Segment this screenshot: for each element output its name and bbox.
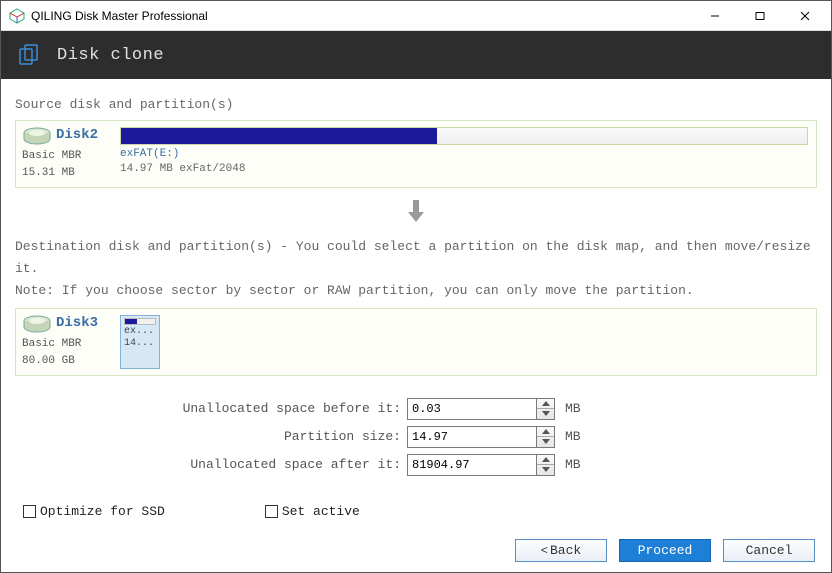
proceed-button[interactable]: Proceed	[619, 539, 711, 562]
footer-buttons: <Back Proceed Cancel	[1, 528, 831, 572]
page-header: Disk clone	[1, 31, 831, 79]
destination-mini-label1: ex...	[124, 326, 156, 337]
back-button-label: Back	[550, 543, 581, 558]
destination-label-line2: Note: If you choose sector by sector or …	[15, 280, 817, 302]
input-space-before[interactable]	[407, 398, 537, 420]
input-space-after[interactable]	[407, 454, 537, 476]
window-title: QILING Disk Master Professional	[31, 9, 692, 23]
content-area: Source disk and partition(s) Disk2 Basic…	[1, 79, 831, 528]
window-frame: QILING Disk Master Professional Disk clo…	[0, 0, 832, 573]
label-space-before: Unallocated space before it:	[15, 401, 407, 416]
destination-mini-bar	[124, 318, 156, 325]
window-controls	[692, 2, 827, 30]
input-partition-size[interactable]	[407, 426, 537, 448]
spinner-down-icon[interactable]	[537, 436, 554, 447]
field-partition-size: Partition size: MB	[15, 426, 817, 448]
checkbox-set-active[interactable]: Set active	[265, 504, 360, 519]
destination-mini-label2: 14...	[124, 338, 156, 349]
destination-disk-type: Basic MBR	[22, 337, 81, 352]
unit-space-after: MB	[565, 457, 581, 472]
destination-disk-size: 80.00 GB	[22, 354, 75, 369]
field-space-after: Unallocated space after it: MB	[15, 454, 817, 476]
destination-partition-map[interactable]: ex... 14...	[120, 315, 160, 369]
source-partition-map[interactable]: exFAT(E:) 14.97 MB exFat/2048	[120, 127, 808, 181]
unit-partition-size: MB	[565, 429, 581, 444]
options-row: Optimize for SSD Set active	[15, 504, 817, 519]
checkbox-label-ssd: Optimize for SSD	[40, 504, 165, 519]
spinner-down-icon[interactable]	[537, 464, 554, 475]
source-partition-bar[interactable]	[120, 127, 808, 145]
spinner-up-icon[interactable]	[537, 427, 554, 437]
source-disk-info: Disk2 Basic MBR 15.31 MB	[22, 127, 110, 181]
app-icon	[9, 8, 25, 24]
minimize-button[interactable]	[692, 2, 737, 30]
field-space-before: Unallocated space before it: MB	[15, 398, 817, 420]
source-partition-label: exFAT(E:)	[120, 147, 808, 162]
source-partition-labels: exFAT(E:) 14.97 MB exFat/2048	[120, 147, 808, 177]
clone-icon	[17, 43, 41, 67]
page-title: Disk clone	[57, 46, 164, 65]
cancel-button-label: Cancel	[746, 543, 793, 558]
label-space-after: Unallocated space after it:	[15, 457, 407, 472]
checkbox-label-active: Set active	[282, 504, 360, 519]
unit-space-before: MB	[565, 401, 581, 416]
proceed-button-label: Proceed	[638, 543, 693, 558]
spinner-space-after[interactable]	[537, 454, 555, 476]
size-fields: Unallocated space before it: MB Partitio…	[15, 398, 817, 476]
checkbox-box	[265, 505, 278, 518]
destination-disk-name: Disk3	[56, 315, 98, 331]
destination-partition-cell[interactable]: ex... 14...	[120, 315, 160, 369]
source-disk-name: Disk2	[56, 127, 98, 143]
hdd-icon	[22, 127, 52, 147]
spinner-space-before[interactable]	[537, 398, 555, 420]
source-disk-box[interactable]: Disk2 Basic MBR 15.31 MB exFAT(E:) 14.97…	[15, 120, 817, 188]
destination-label-line1: Destination disk and partition(s) - You …	[15, 236, 817, 280]
source-partition-desc: 14.97 MB exFat/2048	[120, 162, 808, 177]
checkbox-optimize-ssd[interactable]: Optimize for SSD	[23, 504, 165, 519]
destination-disk-box[interactable]: Disk3 Basic MBR 80.00 GB ex... 14...	[15, 308, 817, 376]
spinner-down-icon[interactable]	[537, 408, 554, 419]
chevron-left-icon: <	[541, 544, 548, 558]
source-disk-size: 15.31 MB	[22, 166, 75, 181]
hdd-icon	[22, 315, 52, 335]
source-section-label: Source disk and partition(s)	[15, 97, 817, 112]
spinner-partition-size[interactable]	[537, 426, 555, 448]
maximize-button[interactable]	[737, 2, 782, 30]
destination-disk-info: Disk3 Basic MBR 80.00 GB	[22, 315, 110, 369]
arrow-down-icon	[406, 198, 426, 228]
label-partition-size: Partition size:	[15, 429, 407, 444]
source-partition-fill	[121, 128, 437, 144]
cancel-button[interactable]: Cancel	[723, 539, 815, 562]
close-button[interactable]	[782, 2, 827, 30]
back-button[interactable]: <Back	[515, 539, 607, 562]
destination-section-label: Destination disk and partition(s) - You …	[15, 236, 817, 302]
titlebar: QILING Disk Master Professional	[1, 1, 831, 31]
spinner-up-icon[interactable]	[537, 399, 554, 409]
checkbox-box	[23, 505, 36, 518]
source-disk-type: Basic MBR	[22, 149, 81, 164]
spinner-up-icon[interactable]	[537, 455, 554, 465]
destination-mini-fill	[125, 319, 137, 324]
